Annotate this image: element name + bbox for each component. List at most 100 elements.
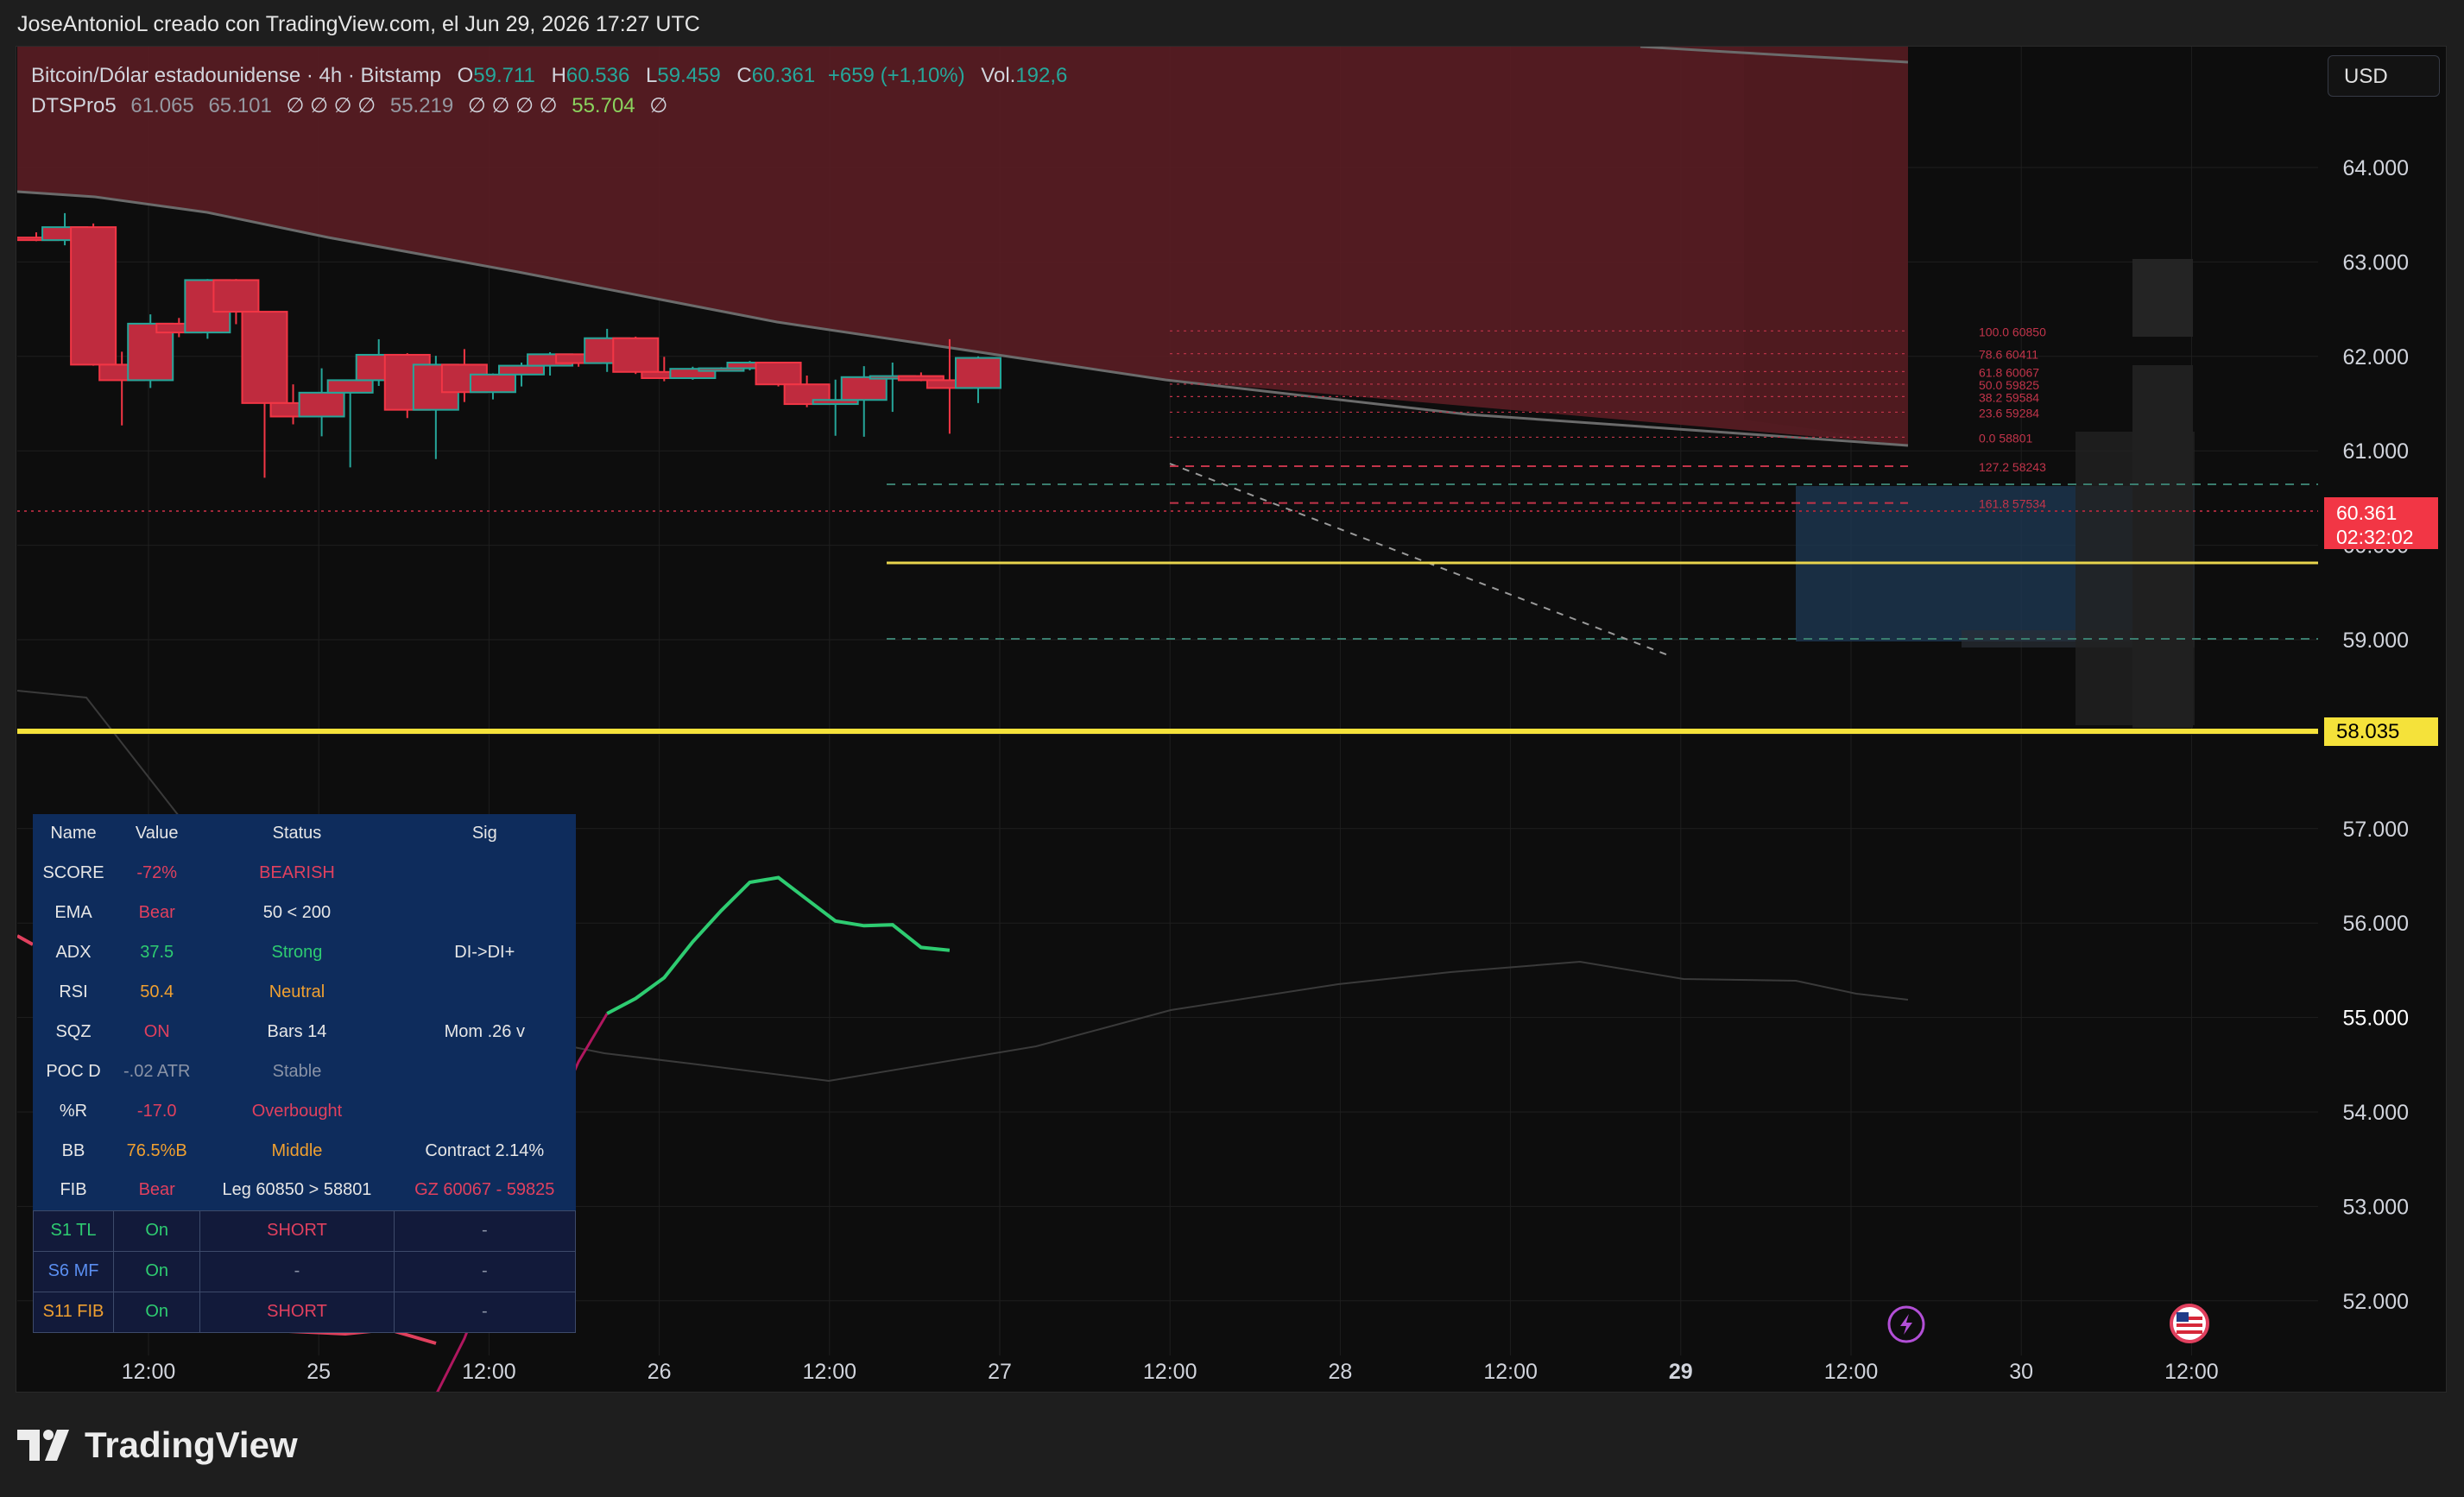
table-cell-value: On — [113, 1250, 201, 1292]
y-tick-label: 57.000 — [2343, 818, 2409, 842]
x-tick-label: 12:00 — [1824, 1360, 1879, 1384]
candle — [241, 311, 288, 478]
candle-body — [70, 226, 117, 366]
table-cell-status: Neutral — [269, 982, 325, 1001]
candle — [70, 223, 117, 366]
candle-body — [498, 364, 546, 376]
cloud-band-right — [1744, 47, 1908, 445]
table-cell-status: Overbought — [251, 1101, 343, 1121]
table-cell-status: Leg 60850 > 58801 — [222, 1180, 372, 1200]
table-header-cell: Status — [272, 824, 322, 843]
y-tick-label: 62.000 — [2343, 345, 2409, 370]
fib-level-label: 127.2 58243 — [1979, 460, 2046, 474]
indicator-status-table: Name Value Status Sig SCORE -72% BEARISH EMA Bea… — [32, 814, 577, 1333]
oscillator-stub — [17, 934, 34, 946]
high-value: 60.536 — [565, 64, 630, 87]
table-row: RSI 50.4 Neutral — [34, 973, 576, 1013]
table-header-cell: Sig — [471, 824, 497, 843]
open-label: O — [457, 64, 474, 87]
table-cell-value: -17.0 — [136, 1101, 177, 1121]
y-tick-label: 64.000 — [2343, 156, 2409, 180]
lightning-icon — [1887, 1305, 1925, 1343]
table-cell-name: S11 FIB — [32, 1291, 115, 1333]
y-tick-label: 53.000 — [2343, 1195, 2409, 1219]
fib-level-label: 78.6 60411 — [1979, 348, 2038, 362]
table-cell-name: ADX — [55, 943, 92, 963]
table-cell-name: RSI — [59, 982, 88, 1001]
y-tick-label: 59.000 — [2343, 628, 2409, 653]
volume-profile-bar — [2132, 259, 2193, 337]
y-tick-label: 61.000 — [2343, 439, 2409, 464]
x-tick-label: 30 — [2009, 1360, 2033, 1384]
table-cell-value: Bear — [138, 903, 175, 923]
table-cell-value: On — [113, 1210, 201, 1252]
candle — [954, 356, 1001, 403]
x-tick-label: 27 — [988, 1360, 1012, 1384]
table-cell-status: Stable — [272, 1061, 322, 1081]
symbol-label[interactable]: Bitcoin/Dólar estadounidense · 4h · Bits… — [31, 64, 441, 87]
indicator-value: 61.065 — [130, 94, 194, 117]
candle-body — [241, 311, 288, 404]
table-row: ADX 37.5 Strong DI->DI+ — [34, 933, 576, 973]
table-cell-value: On — [113, 1291, 201, 1333]
x-tick-label: 29 — [1669, 1360, 1693, 1384]
tradingview-wordmark: TradingView — [85, 1424, 298, 1465]
candle-body — [755, 361, 802, 386]
table-cell-value: 50.4 — [140, 982, 174, 1001]
y-tick-label: 63.000 — [2343, 250, 2409, 275]
x-tick-label: 12:00 — [462, 1360, 516, 1384]
tradingview-logo-icon — [17, 1430, 69, 1461]
indicator-name[interactable]: DTSPro5 — [31, 94, 117, 117]
current-price: 60.361 — [2336, 502, 2398, 524]
table-header-row: Name Value Status Sig — [34, 814, 576, 854]
candle-body — [298, 391, 345, 418]
indicator-value: ∅ ∅ ∅ ∅ — [467, 94, 558, 117]
table-row: POC D -.02 ATR Stable — [34, 1052, 576, 1091]
x-tick-label: 12:00 — [1143, 1360, 1197, 1384]
table-cell-status: Strong — [271, 943, 323, 963]
oscillator-bull-line — [606, 875, 951, 1015]
table-cell-name: S1 TL — [32, 1210, 115, 1252]
table-cell-status: - — [199, 1250, 395, 1292]
table-cell-name: EMA — [54, 903, 92, 923]
candle-body — [954, 357, 1001, 389]
table-cell-sig: DI->DI+ — [454, 943, 515, 963]
y-tick-label: 54.000 — [2343, 1101, 2409, 1125]
candle-body — [212, 279, 260, 313]
tradingview-logo[interactable]: TradingView — [17, 1424, 298, 1467]
table-header-cell: Value — [135, 824, 179, 843]
high-label: H — [551, 64, 566, 87]
currency-selector[interactable]: USD — [2328, 55, 2440, 97]
y-tick-label: 56.000 — [2343, 912, 2409, 936]
candle — [298, 368, 345, 437]
close-label: C — [736, 64, 752, 87]
table-cell-sig: - — [393, 1250, 577, 1292]
table-cell-name: %R — [59, 1101, 88, 1121]
indicator-value: 55.219 — [389, 94, 454, 117]
table-cell-sig: - — [393, 1291, 577, 1333]
indicator-value: ∅ ∅ ∅ ∅ — [286, 94, 376, 117]
table-cell-name: SCORE — [42, 863, 104, 883]
x-tick-label: 28 — [1328, 1360, 1352, 1384]
table-cell-name: BB — [61, 1140, 85, 1160]
table-row: EMA Bear 50 < 200 — [34, 894, 576, 933]
table-row: SCORE -72% BEARISH — [34, 854, 576, 894]
table-cell-value: 37.5 — [140, 943, 174, 963]
indicator-value: 55.704 — [572, 94, 635, 117]
table-cell-sig: GZ 60067 - 59825 — [414, 1180, 555, 1200]
bar-countdown: 02:32:02 — [2336, 526, 2414, 548]
table-cell-name: FIB — [60, 1180, 87, 1200]
candle — [469, 373, 516, 400]
fib-level-label: 100.0 60850 — [1979, 325, 2046, 338]
table-cell-sig — [394, 1091, 575, 1131]
fib-level-label: 38.2 59584 — [1979, 390, 2039, 404]
table-cell-value: ON — [143, 1021, 170, 1041]
table-cell-status: BEARISH — [259, 863, 335, 883]
table-cell-sig — [394, 854, 575, 894]
y-tick-label: 55.000 — [2343, 1007, 2409, 1031]
y-tick-label: 52.000 — [2343, 1290, 2409, 1314]
candle-body — [469, 373, 516, 394]
x-tick-label: 12:00 — [803, 1360, 857, 1384]
current-price-badge: 60.361 02:32:02 — [2324, 497, 2438, 549]
table-cell-status: Bars 14 — [267, 1021, 327, 1041]
